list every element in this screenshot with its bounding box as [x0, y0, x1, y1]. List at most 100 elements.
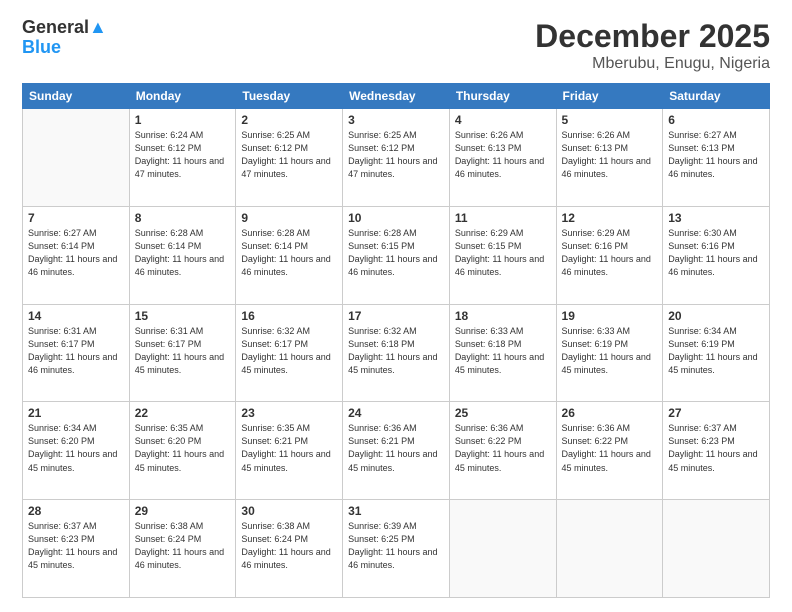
cell-5-4: 31Sunrise: 6:39 AMSunset: 6:25 PMDayligh… — [343, 500, 450, 598]
day-number: 12 — [562, 211, 658, 225]
day-number: 27 — [668, 406, 764, 420]
day-info: Sunrise: 6:26 AMSunset: 6:13 PMDaylight:… — [455, 129, 551, 181]
logo-text2: Blue — [22, 38, 107, 58]
day-info: Sunrise: 6:28 AMSunset: 6:15 PMDaylight:… — [348, 227, 444, 279]
cell-2-4: 10 Sunrise: 6:28 AMSunset: 6:15 PMDayligh… — [343, 206, 450, 304]
day-number: 25 — [455, 406, 551, 420]
cell-1-1 — [23, 109, 130, 207]
week-row-1: 1 Sunrise: 6:24 AMSunset: 6:12 PMDaylight… — [23, 109, 770, 207]
day-number: 1 — [135, 113, 231, 127]
logo-text: General▲ — [22, 18, 107, 38]
col-monday: Monday — [129, 84, 236, 109]
cell-3-1: 14 Sunrise: 6:31 AMSunset: 6:17 PMDayligh… — [23, 304, 130, 402]
day-number: 2 — [241, 113, 337, 127]
day-info: Sunrise: 6:24 AMSunset: 6:12 PMDaylight:… — [135, 129, 231, 181]
calendar-header: Sunday Monday Tuesday Wednesday Thursday… — [23, 84, 770, 109]
day-info: Sunrise: 6:27 AMSunset: 6:13 PMDaylight:… — [668, 129, 764, 181]
month-title: December 2025 — [535, 18, 770, 55]
cell-1-2: 1 Sunrise: 6:24 AMSunset: 6:12 PMDaylight… — [129, 109, 236, 207]
day-info: Sunrise: 6:33 AMSunset: 6:19 PMDaylight:… — [562, 325, 658, 377]
day-number: 9 — [241, 211, 337, 225]
col-sunday: Sunday — [23, 84, 130, 109]
cell-2-1: 7 Sunrise: 6:27 AMSunset: 6:14 PMDaylight… — [23, 206, 130, 304]
cell-3-6: 19 Sunrise: 6:33 AMSunset: 6:19 PMDayligh… — [556, 304, 663, 402]
day-info: Sunrise: 6:36 AMSunset: 6:22 PMDaylight:… — [455, 422, 551, 474]
cell-1-4: 3Sunrise: 6:25 AMSunset: 6:12 PMDaylight… — [343, 109, 450, 207]
day-number: 4 — [455, 113, 551, 127]
header-row: Sunday Monday Tuesday Wednesday Thursday… — [23, 84, 770, 109]
logo: General▲ Blue — [22, 18, 107, 58]
week-row-4: 21 Sunrise: 6:34 AMSunset: 6:20 PMDayligh… — [23, 402, 770, 500]
col-wednesday: Wednesday — [343, 84, 450, 109]
cell-3-7: 20 Sunrise: 6:34 AMSunset: 6:19 PMDayligh… — [663, 304, 770, 402]
cell-1-7: 6 Sunrise: 6:27 AMSunset: 6:13 PMDaylight… — [663, 109, 770, 207]
day-info: Sunrise: 6:36 AMSunset: 6:22 PMDaylight:… — [562, 422, 658, 474]
cell-1-5: 4 Sunrise: 6:26 AMSunset: 6:13 PMDaylight… — [449, 109, 556, 207]
cell-5-3: 30 Sunrise: 6:38 AMSunset: 6:24 PMDayligh… — [236, 500, 343, 598]
day-number: 23 — [241, 406, 337, 420]
cell-5-6 — [556, 500, 663, 598]
cell-3-2: 15Sunrise: 6:31 AMSunset: 6:17 PMDayligh… — [129, 304, 236, 402]
day-number: 8 — [135, 211, 231, 225]
day-info: Sunrise: 6:28 AMSunset: 6:14 PMDaylight:… — [241, 227, 337, 279]
day-number: 16 — [241, 309, 337, 323]
day-number: 26 — [562, 406, 658, 420]
day-number: 21 — [28, 406, 124, 420]
cell-5-2: 29 Sunrise: 6:38 AMSunset: 6:24 PMDayligh… — [129, 500, 236, 598]
cell-2-5: 11Sunrise: 6:29 AMSunset: 6:15 PMDayligh… — [449, 206, 556, 304]
day-number: 15 — [135, 309, 231, 323]
day-info: Sunrise: 6:27 AMSunset: 6:14 PMDaylight:… — [28, 227, 124, 279]
day-info: Sunrise: 6:35 AMSunset: 6:21 PMDaylight:… — [241, 422, 337, 474]
day-info: Sunrise: 6:35 AMSunset: 6:20 PMDaylight:… — [135, 422, 231, 474]
day-info: Sunrise: 6:38 AMSunset: 6:24 PMDaylight:… — [241, 520, 337, 572]
col-tuesday: Tuesday — [236, 84, 343, 109]
day-info: Sunrise: 6:33 AMSunset: 6:18 PMDaylight:… — [455, 325, 551, 377]
day-number: 13 — [668, 211, 764, 225]
day-number: 11 — [455, 211, 551, 225]
day-number: 14 — [28, 309, 124, 323]
day-number: 10 — [348, 211, 444, 225]
cell-1-6: 5Sunrise: 6:26 AMSunset: 6:13 PMDaylight… — [556, 109, 663, 207]
cell-5-7 — [663, 500, 770, 598]
day-info: Sunrise: 6:31 AMSunset: 6:17 PMDaylight:… — [28, 325, 124, 377]
calendar-table: Sunday Monday Tuesday Wednesday Thursday… — [22, 83, 770, 598]
day-number: 20 — [668, 309, 764, 323]
day-info: Sunrise: 6:37 AMSunset: 6:23 PMDaylight:… — [668, 422, 764, 474]
day-info: Sunrise: 6:34 AMSunset: 6:19 PMDaylight:… — [668, 325, 764, 377]
location-subtitle: Mberubu, Enugu, Nigeria — [535, 55, 770, 73]
col-saturday: Saturday — [663, 84, 770, 109]
header: General▲ Blue December 2025 Mberubu, Enu… — [22, 18, 770, 73]
day-number: 24 — [348, 406, 444, 420]
day-number: 30 — [241, 504, 337, 518]
cell-4-2: 22 Sunrise: 6:35 AMSunset: 6:20 PMDayligh… — [129, 402, 236, 500]
day-info: Sunrise: 6:32 AMSunset: 6:17 PMDaylight:… — [241, 325, 337, 377]
cell-3-3: 16 Sunrise: 6:32 AMSunset: 6:17 PMDayligh… — [236, 304, 343, 402]
day-info: Sunrise: 6:32 AMSunset: 6:18 PMDaylight:… — [348, 325, 444, 377]
day-info: Sunrise: 6:34 AMSunset: 6:20 PMDaylight:… — [28, 422, 124, 474]
day-info: Sunrise: 6:28 AMSunset: 6:14 PMDaylight:… — [135, 227, 231, 279]
day-number: 7 — [28, 211, 124, 225]
day-info: Sunrise: 6:30 AMSunset: 6:16 PMDaylight:… — [668, 227, 764, 279]
day-number: 31 — [348, 504, 444, 518]
day-number: 19 — [562, 309, 658, 323]
day-number: 28 — [28, 504, 124, 518]
day-info: Sunrise: 6:38 AMSunset: 6:24 PMDaylight:… — [135, 520, 231, 572]
cell-5-1: 28 Sunrise: 6:37 AMSunset: 6:23 PMDayligh… — [23, 500, 130, 598]
cell-5-5 — [449, 500, 556, 598]
week-row-5: 28 Sunrise: 6:37 AMSunset: 6:23 PMDayligh… — [23, 500, 770, 598]
cell-4-5: 25 Sunrise: 6:36 AMSunset: 6:22 PMDayligh… — [449, 402, 556, 500]
day-number: 6 — [668, 113, 764, 127]
day-number: 3 — [348, 113, 444, 127]
day-number: 5 — [562, 113, 658, 127]
cell-4-7: 27 Sunrise: 6:37 AMSunset: 6:23 PMDayligh… — [663, 402, 770, 500]
cell-1-3: 2 Sunrise: 6:25 AMSunset: 6:12 PMDaylight… — [236, 109, 343, 207]
cell-4-6: 26 Sunrise: 6:36 AMSunset: 6:22 PMDayligh… — [556, 402, 663, 500]
day-info: Sunrise: 6:36 AMSunset: 6:21 PMDaylight:… — [348, 422, 444, 474]
day-number: 29 — [135, 504, 231, 518]
day-info: Sunrise: 6:37 AMSunset: 6:23 PMDaylight:… — [28, 520, 124, 572]
day-info: Sunrise: 6:25 AMSunset: 6:12 PMDaylight:… — [241, 129, 337, 181]
cell-4-4: 24 Sunrise: 6:36 AMSunset: 6:21 PMDayligh… — [343, 402, 450, 500]
day-number: 22 — [135, 406, 231, 420]
cell-2-3: 9 Sunrise: 6:28 AMSunset: 6:14 PMDaylight… — [236, 206, 343, 304]
cell-4-1: 21 Sunrise: 6:34 AMSunset: 6:20 PMDayligh… — [23, 402, 130, 500]
